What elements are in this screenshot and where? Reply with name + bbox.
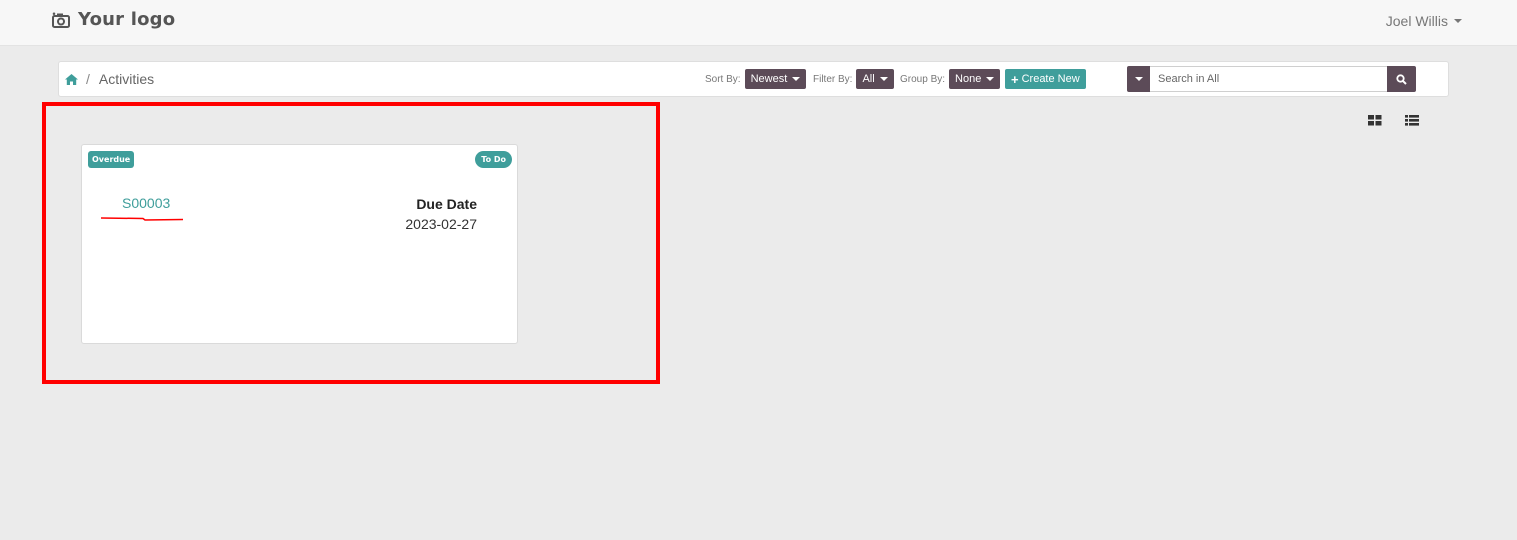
sort-value: Newest xyxy=(750,73,788,85)
search-button[interactable] xyxy=(1387,66,1416,92)
chevron-down-icon xyxy=(1134,77,1143,81)
reference-link[interactable]: S00003 xyxy=(122,195,170,211)
top-navbar: Your logo Joel Willis xyxy=(0,0,1517,46)
view-switch xyxy=(1368,115,1419,126)
chevron-down-icon xyxy=(1454,19,1462,23)
filter-dropdown[interactable]: All xyxy=(856,69,894,89)
sort-dropdown[interactable]: Newest xyxy=(744,69,807,89)
breadcrumb-current: Activities xyxy=(98,71,155,87)
sort-control: Sort By: Newest xyxy=(705,69,807,89)
due-date-label: Due Date xyxy=(416,196,477,212)
plus-icon: + xyxy=(1011,71,1019,87)
logo-text: Your logo xyxy=(78,9,176,30)
chevron-down-icon xyxy=(879,77,888,81)
create-new-label: Create New xyxy=(1021,73,1080,85)
camera-icon xyxy=(52,11,70,29)
due-date-value: 2023-02-27 xyxy=(405,216,477,232)
logo[interactable]: Your logo xyxy=(52,9,175,30)
type-badge: To Do xyxy=(475,151,512,168)
user-name: Joel Willis xyxy=(1385,13,1448,29)
search-filter-dropdown[interactable] xyxy=(1127,66,1150,92)
group-control: Group By: None xyxy=(900,69,1001,89)
chevron-down-icon xyxy=(792,77,801,81)
filter-control: Filter By: All xyxy=(813,69,894,89)
red-underline-annotation xyxy=(101,217,183,221)
breadcrumb: / Activities xyxy=(64,71,154,87)
user-menu[interactable]: Joel Willis xyxy=(1386,13,1462,29)
breadcrumb-separator: / xyxy=(86,71,90,87)
create-new-button[interactable]: + Create New xyxy=(1005,69,1086,89)
grid-view-icon[interactable] xyxy=(1368,115,1382,126)
group-dropdown[interactable]: None xyxy=(949,69,1001,89)
filter-label: Filter By: xyxy=(813,73,853,85)
list-view-icon[interactable] xyxy=(1405,115,1419,126)
chevron-down-icon xyxy=(986,77,995,81)
search-bar xyxy=(1127,66,1416,92)
sort-label: Sort By: xyxy=(705,73,741,85)
group-value: None xyxy=(955,73,982,85)
search-icon xyxy=(1396,73,1407,85)
home-icon[interactable] xyxy=(64,72,78,86)
group-label: Group By: xyxy=(900,73,946,85)
status-badge: Overdue xyxy=(88,151,135,168)
filter-value: All xyxy=(862,73,875,85)
control-bar: / Activities Sort By: Newest Filter By: … xyxy=(58,61,1449,97)
search-input[interactable] xyxy=(1150,66,1387,92)
activity-card[interactable]: Overdue To Do S00003 Due Date 2023-02-27 xyxy=(81,144,518,344)
